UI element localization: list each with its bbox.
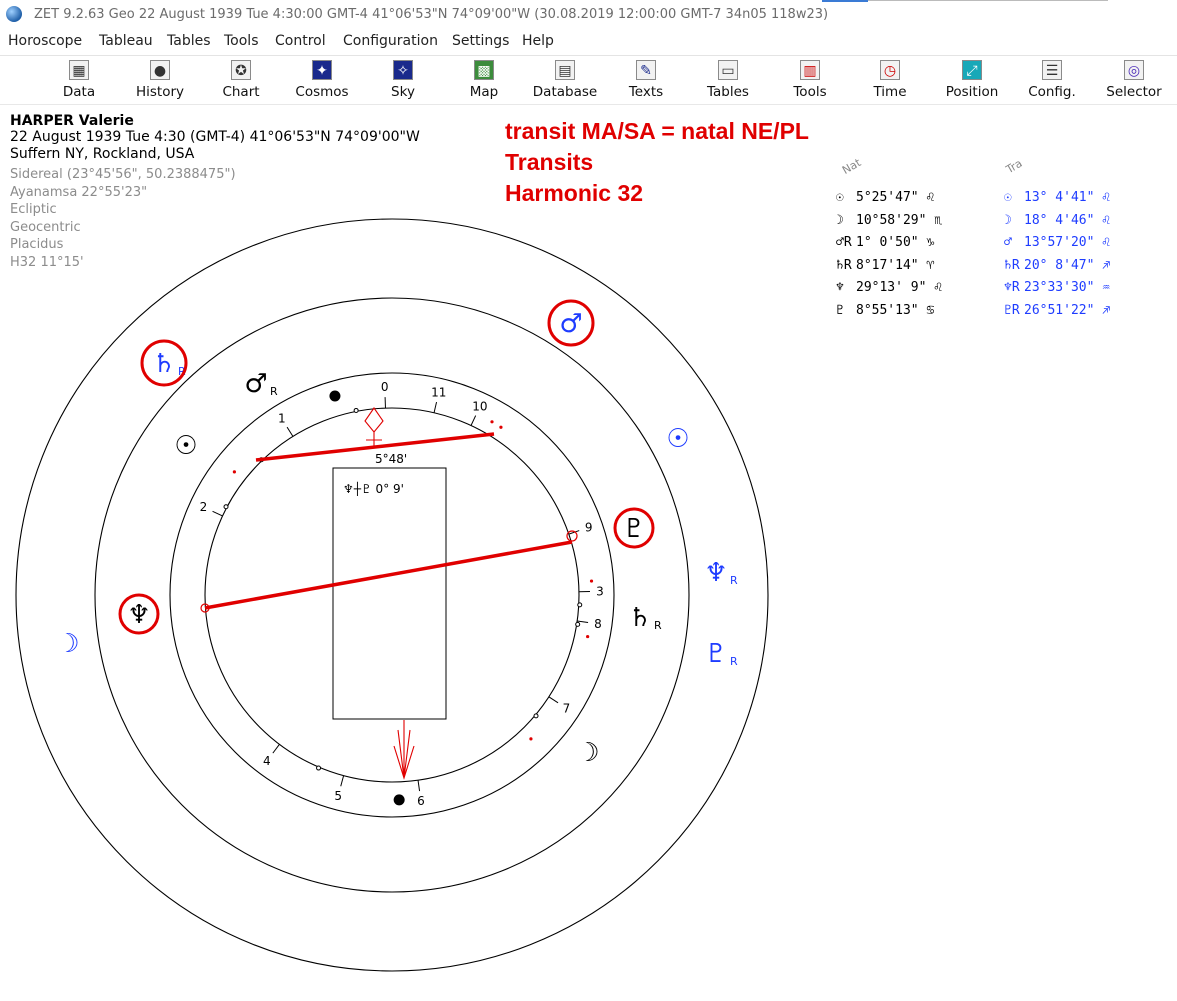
retrograde-mark: R <box>654 619 662 632</box>
house-cusp-tick <box>417 780 421 792</box>
planet-marker <box>577 602 583 608</box>
house-number: 8 <box>594 617 602 631</box>
house-cusp-tick <box>340 775 345 787</box>
house-number: 5 <box>334 789 342 803</box>
transit-planet-glyph: ♂ <box>559 309 582 339</box>
planet-marker <box>490 420 494 424</box>
house-number: 1 <box>278 412 286 426</box>
house-number: 11 <box>431 385 446 399</box>
planet-marker <box>316 765 322 771</box>
house-number: 2 <box>200 500 208 514</box>
natal-planet-glyph: ♆ <box>127 600 150 630</box>
house-cusp-tick <box>286 426 294 437</box>
natal-planet-glyph: ♂ <box>244 369 267 399</box>
planet-marker <box>223 504 229 510</box>
angle-dot <box>329 390 341 402</box>
angle-dot <box>393 794 405 806</box>
natal-planet-glyph: ☽ <box>576 738 599 768</box>
house-number: 7 <box>563 701 571 715</box>
planet-marker <box>499 425 503 429</box>
transit-planet-glyph: ♆ <box>704 558 727 588</box>
retrograde-mark: R <box>270 385 278 398</box>
house-number: 6 <box>417 794 425 808</box>
planet-marker <box>353 407 359 413</box>
midpoint-degree-label: 5°48' <box>375 452 407 466</box>
transit-planet-glyph: ♇ <box>704 639 727 669</box>
planet-marker <box>529 737 533 741</box>
house-cusp-tick <box>548 696 559 704</box>
midpoint-box-label: ♆┼♇ 0° 9' <box>343 481 404 496</box>
house-number: 9 <box>585 520 593 534</box>
retrograde-mark: R <box>730 574 738 587</box>
planet-marker <box>533 713 539 719</box>
house-number: 4 <box>263 754 271 768</box>
house-number: 3 <box>596 584 604 598</box>
retrograde-mark: R <box>730 655 738 668</box>
chart-wheel: 0 1110987654321♆┼♇ 0° 9'5°48'♄ R♂☉♆ R♇ R☽♂ R☉… <box>15 218 769 972</box>
planet-marker <box>586 634 590 639</box>
kite-symbol <box>364 407 384 448</box>
house-cusp-tick <box>470 415 477 426</box>
natal-planet-glyph: ♄ <box>628 603 651 633</box>
house-number: 10 <box>472 399 487 413</box>
transit-planet-glyph: ☉ <box>666 424 689 454</box>
house-cusp-tick <box>272 744 280 754</box>
house-number: 0 <box>381 380 389 394</box>
planet-marker <box>589 579 594 583</box>
house-cusp-tick <box>212 510 223 517</box>
natal-planet-glyph: ☉ <box>174 431 197 461</box>
house-cusp-tick <box>433 401 438 413</box>
transit-planet-glyph: ♄ <box>152 349 175 379</box>
midpoint-box <box>332 467 447 720</box>
transit-planet-glyph: ☽ <box>56 629 79 659</box>
arrow-symbol <box>393 720 415 780</box>
planet-marker <box>232 470 236 474</box>
natal-planet-glyph: ♇ <box>622 514 645 544</box>
planet-marker <box>575 621 581 627</box>
